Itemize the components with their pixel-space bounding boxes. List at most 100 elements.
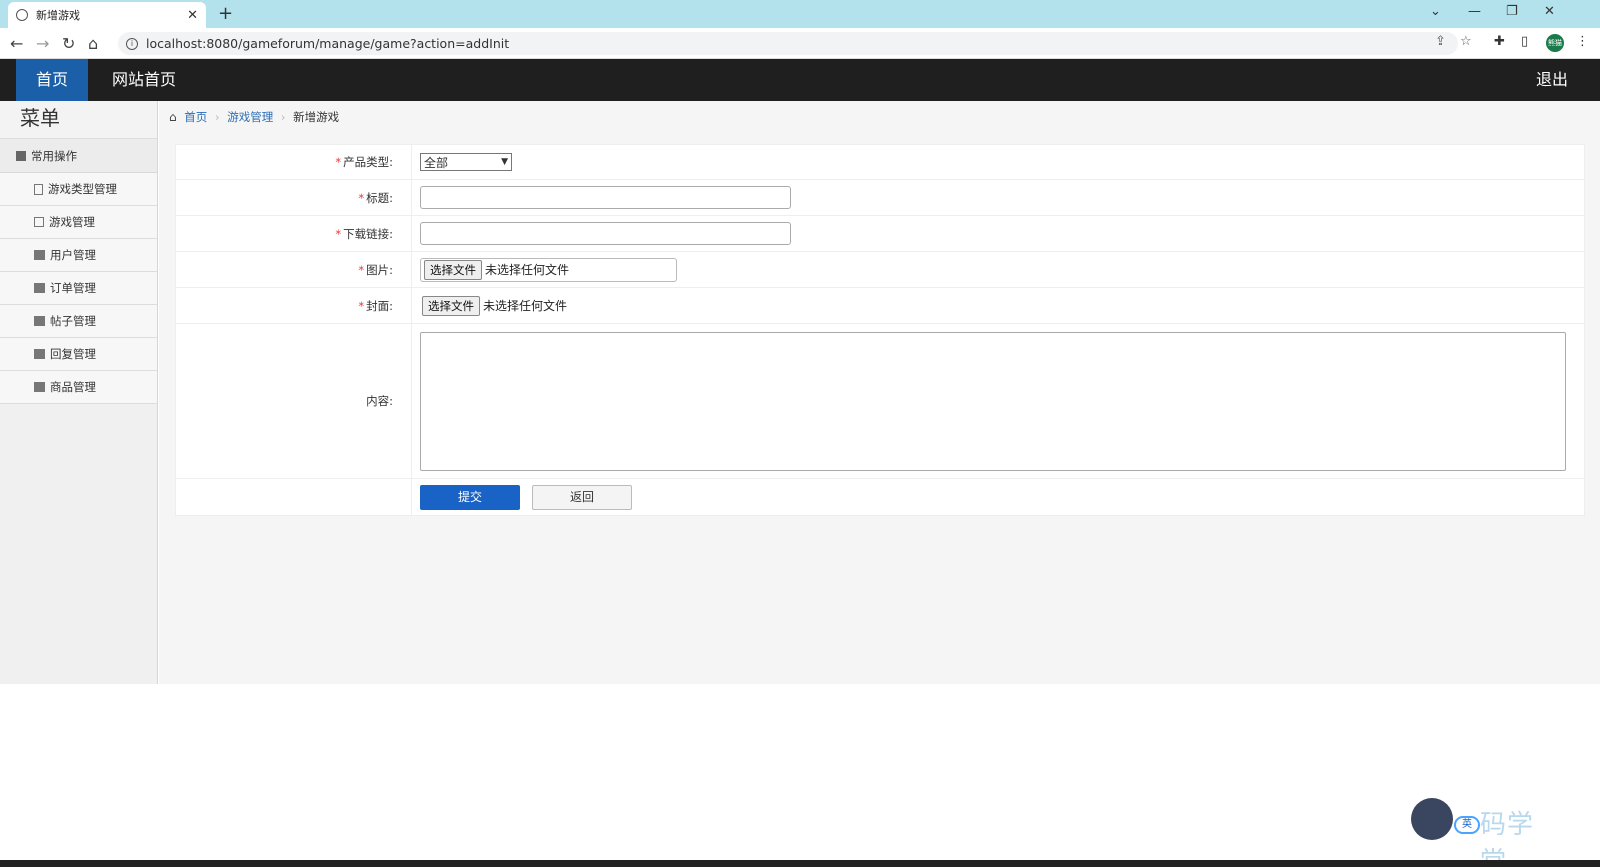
folder-icon: [34, 283, 45, 293]
breadcrumb-games[interactable]: 游戏管理: [227, 110, 273, 124]
folder-icon: [34, 316, 45, 326]
form-label: * 产品类型:: [176, 145, 412, 179]
url-text: localhost:8080/gameforum/manage/game?act…: [146, 36, 510, 51]
nav-home[interactable]: 首页: [16, 59, 88, 101]
new-tab-button[interactable]: +: [218, 3, 233, 24]
forward-arrow-icon[interactable]: →: [36, 34, 49, 53]
taskbar-strip: [0, 860, 1600, 867]
content-textarea[interactable]: [420, 331, 1566, 471]
folder-icon: [34, 250, 45, 260]
extensions-icon[interactable]: ✚: [1494, 34, 1505, 49]
form-row-cover: * 封面: 选择文件 未选择任何文件: [176, 288, 1584, 324]
submit-button[interactable]: 提交: [420, 484, 520, 510]
title-input[interactable]: [420, 186, 791, 209]
tab-search-icon[interactable]: ⌄: [1430, 4, 1441, 19]
form-label: * 标题:: [176, 180, 412, 215]
list-box-icon: [16, 150, 26, 161]
sidebar-item-posts[interactable]: 帖子管理: [0, 305, 157, 338]
form-row-content: 内容:: [176, 324, 1584, 479]
site-info-icon[interactable]: i: [126, 37, 138, 50]
form-row-product-type: * 产品类型: 全部 ▼: [176, 145, 1584, 180]
choose-cover-file-button[interactable]: 选择文件: [422, 295, 480, 316]
download-link-input[interactable]: [420, 222, 791, 245]
close-window-icon[interactable]: ✕: [1544, 4, 1555, 19]
menu-dots-icon[interactable]: ⋮: [1576, 34, 1589, 49]
sidebar-item-label: 商品管理: [50, 379, 96, 394]
sidebar-item-game-types[interactable]: 游戏类型管理: [0, 173, 157, 206]
file-icon: [34, 183, 43, 195]
form-label: 内容:: [176, 324, 412, 478]
minimize-icon[interactable]: —: [1468, 4, 1481, 19]
main-content: ⌂ 首页 › 游戏管理 › 新增游戏 * 产品类型: 全部 ▼ * 标题: * …: [159, 101, 1600, 684]
breadcrumb-separator: ›: [280, 110, 286, 124]
sidebar-item-label: 回复管理: [50, 346, 96, 361]
folder-icon: [34, 382, 45, 392]
home-icon[interactable]: ⌂: [88, 34, 98, 53]
download-label: 下载链接:: [343, 226, 393, 241]
breadcrumb: ⌂ 首页 › 游戏管理 › 新增游戏: [169, 101, 339, 134]
form-row-download: * 下载链接:: [176, 216, 1584, 252]
breadcrumb-current: 新增游戏: [293, 110, 340, 124]
sidebar-title: 菜单: [0, 101, 157, 139]
sidebar-item-games[interactable]: 游戏管理: [0, 206, 157, 239]
breadcrumb-separator: ›: [214, 110, 220, 124]
logout-link[interactable]: 退出: [1536, 59, 1568, 101]
required-mark: *: [335, 155, 342, 169]
tab-title: 新增游戏: [36, 9, 80, 22]
watermark-text: 码学堂: [1480, 810, 1535, 867]
required-mark: *: [358, 262, 365, 277]
choose-file-button[interactable]: 选择文件: [424, 259, 482, 280]
title-label: 标题:: [366, 190, 393, 205]
image-file-input[interactable]: 选择文件 未选择任何文件: [420, 257, 677, 282]
form-label: * 图片:: [176, 252, 412, 287]
list-icon: [34, 217, 44, 227]
product-type-select[interactable]: 全部 ▼: [420, 153, 512, 171]
content-label: 内容:: [366, 394, 393, 408]
breadcrumb-home[interactable]: 首页: [184, 110, 207, 124]
sidebar-group-common[interactable]: 常用操作: [0, 139, 157, 173]
app-header: 首页 网站首页 退出: [0, 59, 1600, 101]
browser-tab-bar: 新增游戏 ✕ + ⌄ — ❐ ✕: [0, 0, 1600, 28]
sidebar-item-label: 游戏类型管理: [48, 181, 117, 196]
nav-site-home[interactable]: 网站首页: [92, 59, 196, 101]
folder-icon: [34, 349, 45, 359]
input-method-badge: 英: [1454, 816, 1480, 834]
tab-close-icon[interactable]: ✕: [187, 8, 198, 23]
image-label: 图片:: [366, 262, 393, 277]
sidebar-item-label: 游戏管理: [49, 214, 95, 229]
browser-toolbar: ← → ↻ ⌂ i localhost:8080/gameforum/manag…: [0, 28, 1600, 59]
watermark-avatar: [1411, 798, 1453, 840]
address-bar[interactable]: i localhost:8080/gameforum/manage/game?a…: [118, 32, 1458, 55]
bookmark-star-icon[interactable]: ☆: [1460, 34, 1472, 49]
back-button[interactable]: 返回: [532, 484, 632, 510]
sidebar: 菜单 常用操作 游戏类型管理 游戏管理 用户管理 订单管理 帖子管理 回复管理 …: [0, 101, 158, 684]
reload-icon[interactable]: ↻: [62, 34, 75, 53]
chevron-down-icon: ▼: [501, 157, 508, 167]
product-type-label: 产品类型:: [343, 155, 393, 169]
no-file-text: 未选择任何文件: [483, 299, 568, 313]
no-file-text: 未选择任何文件: [485, 263, 570, 277]
home-icon: ⌂: [169, 110, 177, 124]
restore-icon[interactable]: ❐: [1506, 4, 1518, 19]
share-icon[interactable]: ⇪: [1435, 34, 1446, 49]
cover-label: 封面:: [366, 298, 393, 313]
product-type-value: 全部: [424, 155, 449, 170]
back-arrow-icon[interactable]: ←: [10, 34, 23, 53]
sidebar-item-label: 帖子管理: [50, 313, 96, 328]
form-label: * 下载链接:: [176, 216, 412, 251]
sidebar-item-users[interactable]: 用户管理: [0, 239, 157, 272]
sidebar-item-products[interactable]: 商品管理: [0, 371, 157, 404]
profile-avatar[interactable]: 熊猫: [1546, 34, 1564, 52]
sidebar-group-label: 常用操作: [31, 148, 77, 163]
browser-tab[interactable]: 新增游戏 ✕: [8, 2, 206, 28]
side-panel-icon[interactable]: ▯: [1521, 34, 1528, 49]
form-row-actions: 提交 返回: [176, 479, 1584, 515]
add-game-form: * 产品类型: 全部 ▼ * 标题: * 下载链接: * 图片: 选择文件 未选…: [175, 144, 1585, 516]
form-label: * 封面:: [176, 288, 412, 323]
sidebar-item-replies[interactable]: 回复管理: [0, 338, 157, 371]
sidebar-item-orders[interactable]: 订单管理: [0, 272, 157, 305]
required-mark: *: [358, 298, 365, 313]
sidebar-item-label: 用户管理: [50, 247, 96, 262]
watermark-logo: 英 码学堂: [1400, 798, 1560, 867]
required-mark: *: [335, 226, 342, 241]
